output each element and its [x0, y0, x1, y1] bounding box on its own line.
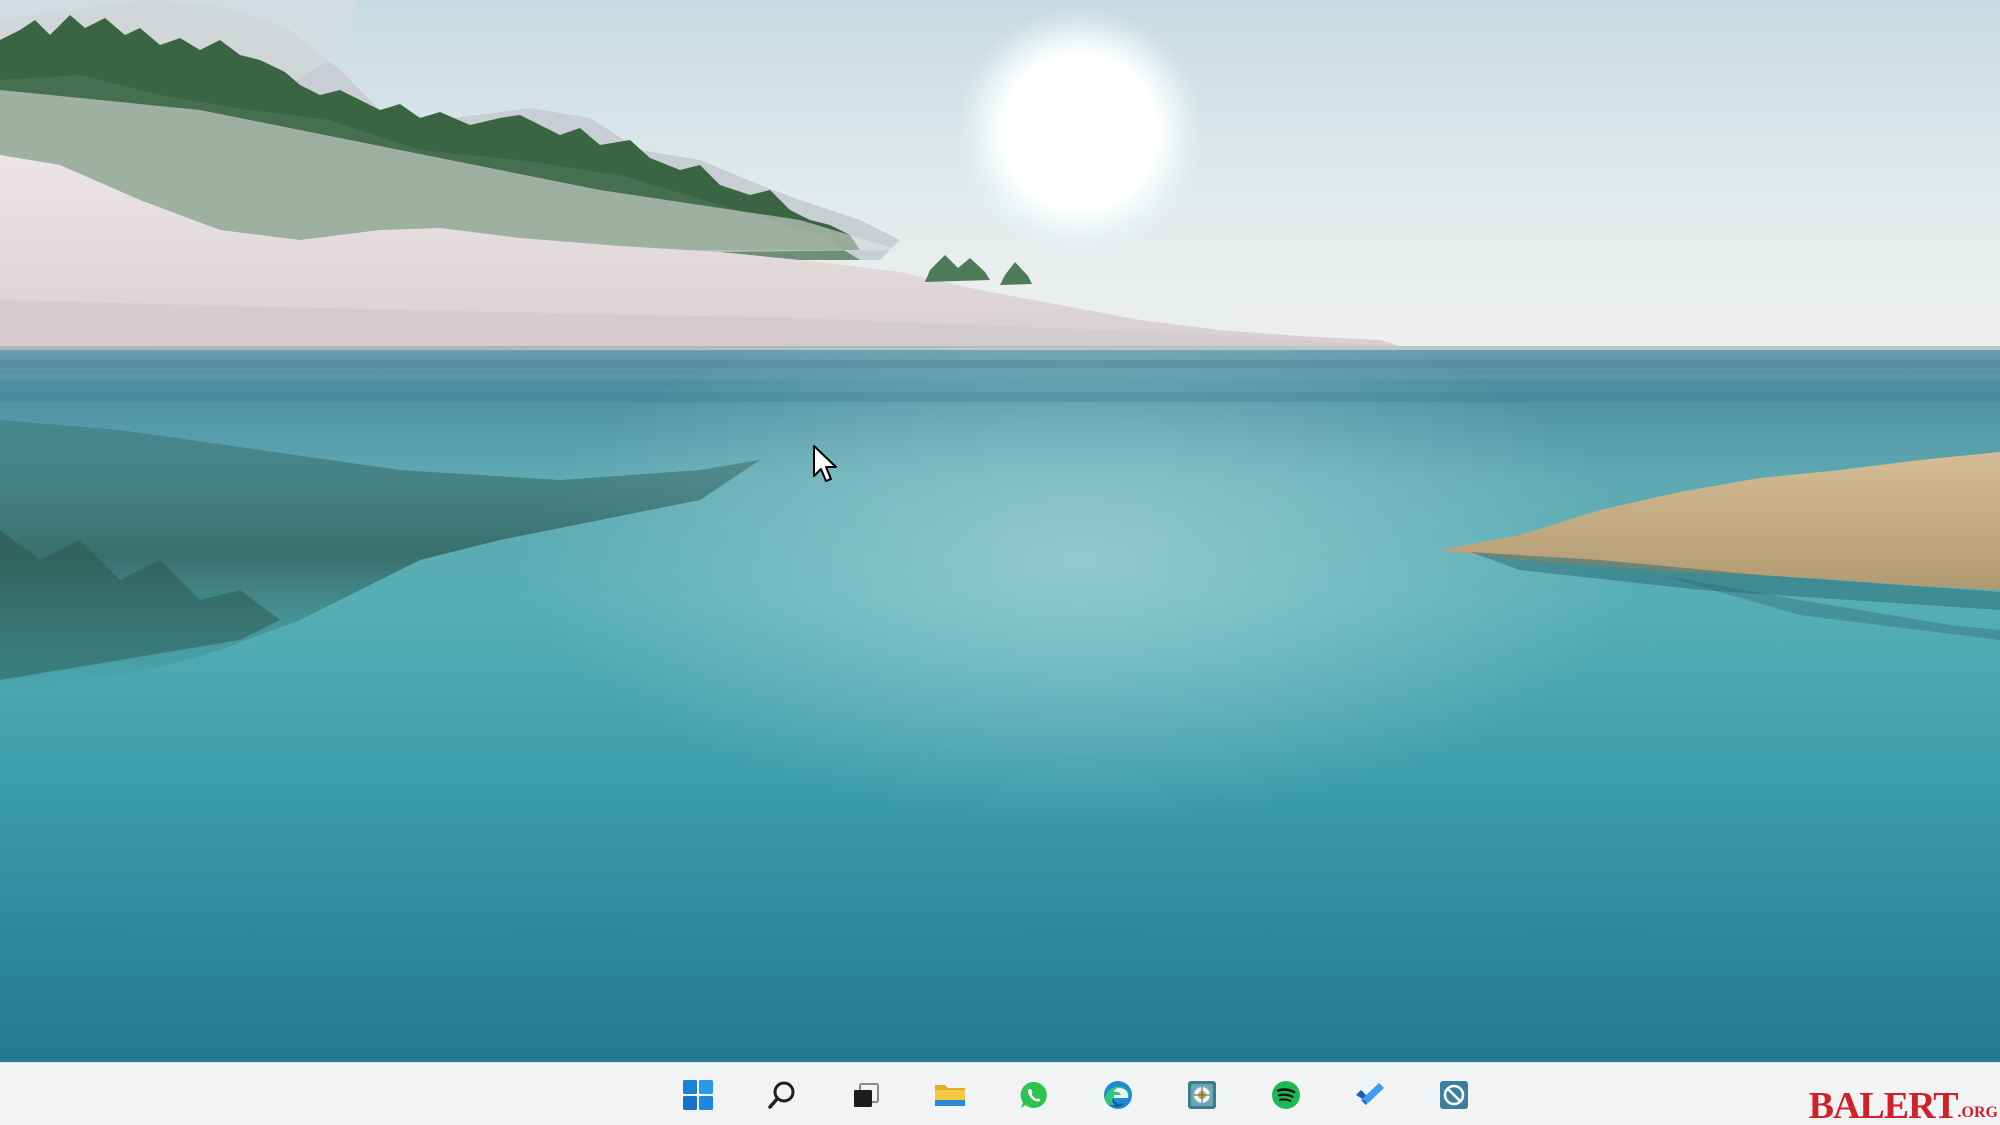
search-button[interactable]	[754, 1067, 810, 1123]
file-explorer-button[interactable]	[922, 1067, 978, 1123]
app-button[interactable]	[1426, 1067, 1482, 1123]
edge-icon	[1104, 1080, 1132, 1109]
taskbar-pinned-apps	[670, 1063, 1482, 1125]
spotify-button[interactable]	[1258, 1067, 1314, 1123]
mouse-cursor-icon	[813, 445, 837, 482]
watermark-logo: BALERT .ORG	[1809, 1085, 1998, 1125]
start-button[interactable]	[670, 1067, 726, 1123]
taskbar	[0, 1062, 2000, 1125]
todo-button[interactable]	[1342, 1067, 1398, 1123]
task-view-icon	[854, 1082, 879, 1107]
spotify-icon	[1272, 1080, 1300, 1109]
desktop-wallpaper	[0, 0, 2000, 1062]
search-icon	[768, 1081, 795, 1109]
todo-icon	[1356, 1082, 1384, 1105]
file-explorer-icon	[935, 1084, 965, 1106]
whatsapp-icon	[1020, 1081, 1047, 1108]
app-icon	[1440, 1080, 1468, 1109]
start-icon	[683, 1079, 713, 1110]
watermark-tld: .ORG	[1957, 1104, 1998, 1121]
control-panel-button[interactable]	[1174, 1067, 1230, 1123]
task-view-button[interactable]	[838, 1067, 894, 1123]
control-panel-icon	[1188, 1080, 1216, 1109]
desktop[interactable]: BALERT .ORG	[0, 0, 2000, 1125]
whatsapp-button[interactable]	[1006, 1067, 1062, 1123]
edge-button[interactable]	[1090, 1067, 1146, 1123]
watermark-text: BALERT	[1808, 1085, 1959, 1125]
